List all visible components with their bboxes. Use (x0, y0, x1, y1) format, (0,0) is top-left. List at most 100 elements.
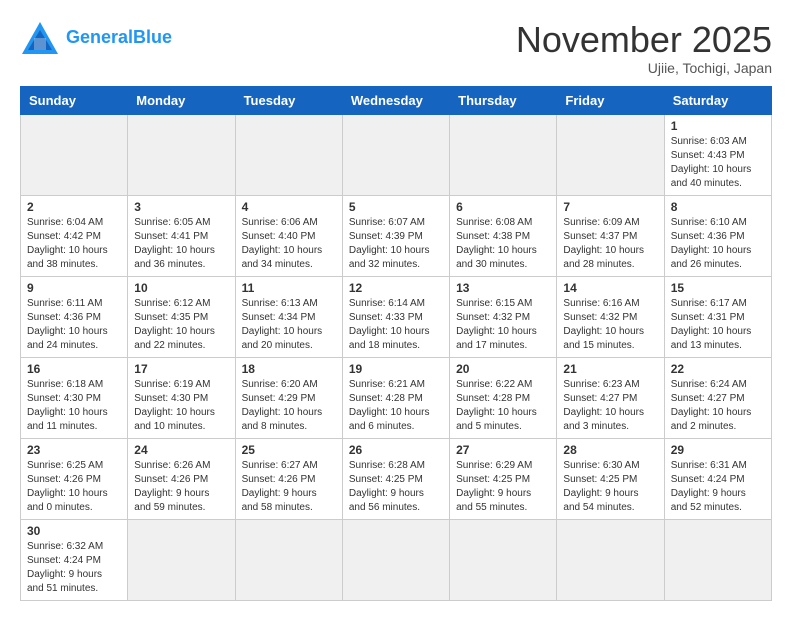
day-number: 23 (27, 443, 121, 457)
day-number: 26 (349, 443, 443, 457)
calendar-cell (342, 519, 449, 600)
day-number: 24 (134, 443, 228, 457)
calendar-week-row: 1Sunrise: 6:03 AM Sunset: 4:43 PM Daylig… (21, 114, 772, 195)
day-number: 9 (27, 281, 121, 295)
calendar-cell (128, 519, 235, 600)
day-number: 30 (27, 524, 121, 538)
day-info: Sunrise: 6:15 AM Sunset: 4:32 PM Dayligh… (456, 297, 550, 353)
calendar-cell: 3Sunrise: 6:05 AM Sunset: 4:41 PM Daylig… (128, 195, 235, 276)
day-number: 19 (349, 362, 443, 376)
day-info: Sunrise: 6:28 AM Sunset: 4:25 PM Dayligh… (349, 459, 443, 515)
day-number: 14 (563, 281, 657, 295)
calendar-cell: 4 Sunrise: 6:06 AM Sunset: 4:40 PM Daylig… (235, 195, 342, 276)
day-info: Sunrise: 6:06 AM Sunset: 4:40 PM Dayligh… (242, 216, 336, 272)
day-info: Sunrise: 6:29 AM Sunset: 4:25 PM Dayligh… (456, 459, 550, 515)
day-info: Sunrise: 6:14 AM Sunset: 4:33 PM Dayligh… (349, 297, 443, 353)
day-info: Sunrise: 6:17 AM Sunset: 4:31 PM Dayligh… (671, 297, 765, 353)
calendar-cell: 23 Sunrise: 6:25 AM Sunset: 4:26 PM Dayli… (21, 438, 128, 519)
calendar-body: 1Sunrise: 6:03 AM Sunset: 4:43 PM Daylig… (21, 114, 772, 600)
calendar-cell: 10 Sunrise: 6:12 AM Sunset: 4:35 PM Dayli… (128, 276, 235, 357)
logo-text: GeneralBlue (66, 28, 172, 48)
day-info: Sunrise: 6:25 AM Sunset: 4:26 PM Dayligh… (27, 459, 121, 515)
calendar-cell: 9 Sunrise: 6:11 AM Sunset: 4:36 PM Daylig… (21, 276, 128, 357)
day-info: Sunrise: 6:32 AM Sunset: 4:24 PM Dayligh… (27, 540, 121, 596)
logo-icon (20, 20, 60, 56)
calendar-cell: 25Sunrise: 6:27 AM Sunset: 4:26 PM Dayli… (235, 438, 342, 519)
calendar-cell (21, 114, 128, 195)
day-number: 8 (671, 200, 765, 214)
day-info: Sunrise: 6:21 AM Sunset: 4:28 PM Dayligh… (349, 378, 443, 434)
day-number: 27 (456, 443, 550, 457)
calendar-cell: 28Sunrise: 6:30 AM Sunset: 4:25 PM Dayli… (557, 438, 664, 519)
day-info: Sunrise: 6:09 AM Sunset: 4:37 PM Dayligh… (563, 216, 657, 272)
day-info: Sunrise: 6:20 AM Sunset: 4:29 PM Dayligh… (242, 378, 336, 434)
day-info: Sunrise: 6:22 AM Sunset: 4:28 PM Dayligh… (456, 378, 550, 434)
weekday-row: SundayMondayTuesdayWednesdayThursdayFrid… (21, 86, 772, 114)
calendar-cell (342, 114, 449, 195)
calendar-cell (235, 519, 342, 600)
calendar-cell: 13Sunrise: 6:15 AM Sunset: 4:32 PM Dayli… (450, 276, 557, 357)
day-info: Sunrise: 6:31 AM Sunset: 4:24 PM Dayligh… (671, 459, 765, 515)
day-number: 12 (349, 281, 443, 295)
day-number: 18 (242, 362, 336, 376)
day-info: Sunrise: 6:10 AM Sunset: 4:36 PM Dayligh… (671, 216, 765, 272)
weekday-header: Friday (557, 86, 664, 114)
day-info: Sunrise: 6:30 AM Sunset: 4:25 PM Dayligh… (563, 459, 657, 515)
weekday-header: Tuesday (235, 86, 342, 114)
logo-blue: Blue (133, 27, 172, 47)
calendar-cell: 6 Sunrise: 6:08 AM Sunset: 4:38 PM Daylig… (450, 195, 557, 276)
day-info: Sunrise: 6:11 AM Sunset: 4:36 PM Dayligh… (27, 297, 121, 353)
day-info: Sunrise: 6:07 AM Sunset: 4:39 PM Dayligh… (349, 216, 443, 272)
day-number: 5 (349, 200, 443, 214)
logo-general: General (66, 27, 133, 47)
day-number: 3 (134, 200, 228, 214)
day-number: 6 (456, 200, 550, 214)
calendar-cell: 30 Sunrise: 6:32 AM Sunset: 4:24 PM Dayli… (21, 519, 128, 600)
calendar-week-row: 16Sunrise: 6:18 AM Sunset: 4:30 PM Dayli… (21, 357, 772, 438)
calendar-cell (450, 114, 557, 195)
calendar-cell: 24 Sunrise: 6:26 AM Sunset: 4:26 PM Dayli… (128, 438, 235, 519)
day-info: Sunrise: 6:27 AM Sunset: 4:26 PM Dayligh… (242, 459, 336, 515)
weekday-header: Sunday (21, 86, 128, 114)
day-number: 17 (134, 362, 228, 376)
day-number: 21 (563, 362, 657, 376)
calendar-week-row: 2Sunrise: 6:04 AM Sunset: 4:42 PM Daylig… (21, 195, 772, 276)
calendar-table: SundayMondayTuesdayWednesdayThursdayFrid… (20, 86, 772, 601)
location: Ujiie, Tochigi, Japan (516, 60, 772, 76)
day-info: Sunrise: 6:24 AM Sunset: 4:27 PM Dayligh… (671, 378, 765, 434)
title-block: November 2025 Ujiie, Tochigi, Japan (516, 20, 772, 76)
day-number: 2 (27, 200, 121, 214)
calendar-cell: 2Sunrise: 6:04 AM Sunset: 4:42 PM Daylig… (21, 195, 128, 276)
day-info: Sunrise: 6:16 AM Sunset: 4:32 PM Dayligh… (563, 297, 657, 353)
weekday-header: Thursday (450, 86, 557, 114)
calendar-cell (450, 519, 557, 600)
calendar-week-row: 30 Sunrise: 6:32 AM Sunset: 4:24 PM Dayli… (21, 519, 772, 600)
calendar-cell (235, 114, 342, 195)
day-info: Sunrise: 6:08 AM Sunset: 4:38 PM Dayligh… (456, 216, 550, 272)
calendar-cell: 19 Sunrise: 6:21 AM Sunset: 4:28 PM Dayli… (342, 357, 449, 438)
calendar-cell: 11 Sunrise: 6:13 AM Sunset: 4:34 PM Dayli… (235, 276, 342, 357)
calendar-cell: 8 Sunrise: 6:10 AM Sunset: 4:36 PM Daylig… (664, 195, 771, 276)
day-info: Sunrise: 6:13 AM Sunset: 4:34 PM Dayligh… (242, 297, 336, 353)
calendar-cell: 14 Sunrise: 6:16 AM Sunset: 4:32 PM Dayli… (557, 276, 664, 357)
day-info: Sunrise: 6:03 AM Sunset: 4:43 PM Dayligh… (671, 135, 765, 191)
calendar-cell: 20Sunrise: 6:22 AM Sunset: 4:28 PM Dayli… (450, 357, 557, 438)
calendar-cell: 16Sunrise: 6:18 AM Sunset: 4:30 PM Dayli… (21, 357, 128, 438)
calendar-cell (557, 519, 664, 600)
calendar-week-row: 23 Sunrise: 6:25 AM Sunset: 4:26 PM Dayli… (21, 438, 772, 519)
day-info: Sunrise: 6:26 AM Sunset: 4:26 PM Dayligh… (134, 459, 228, 515)
calendar-cell: 7Sunrise: 6:09 AM Sunset: 4:37 PM Daylig… (557, 195, 664, 276)
calendar-cell: 21Sunrise: 6:23 AM Sunset: 4:27 PM Dayli… (557, 357, 664, 438)
day-info: Sunrise: 6:12 AM Sunset: 4:35 PM Dayligh… (134, 297, 228, 353)
weekday-header: Saturday (664, 86, 771, 114)
calendar-cell: 1Sunrise: 6:03 AM Sunset: 4:43 PM Daylig… (664, 114, 771, 195)
calendar-cell: 26 Sunrise: 6:28 AM Sunset: 4:25 PM Dayli… (342, 438, 449, 519)
day-number: 4 (242, 200, 336, 214)
month-title: November 2025 (516, 20, 772, 60)
weekday-header: Monday (128, 86, 235, 114)
day-number: 11 (242, 281, 336, 295)
calendar-cell: 22Sunrise: 6:24 AM Sunset: 4:27 PM Dayli… (664, 357, 771, 438)
calendar-cell: 5 Sunrise: 6:07 AM Sunset: 4:39 PM Daylig… (342, 195, 449, 276)
calendar-cell (664, 519, 771, 600)
day-number: 10 (134, 281, 228, 295)
